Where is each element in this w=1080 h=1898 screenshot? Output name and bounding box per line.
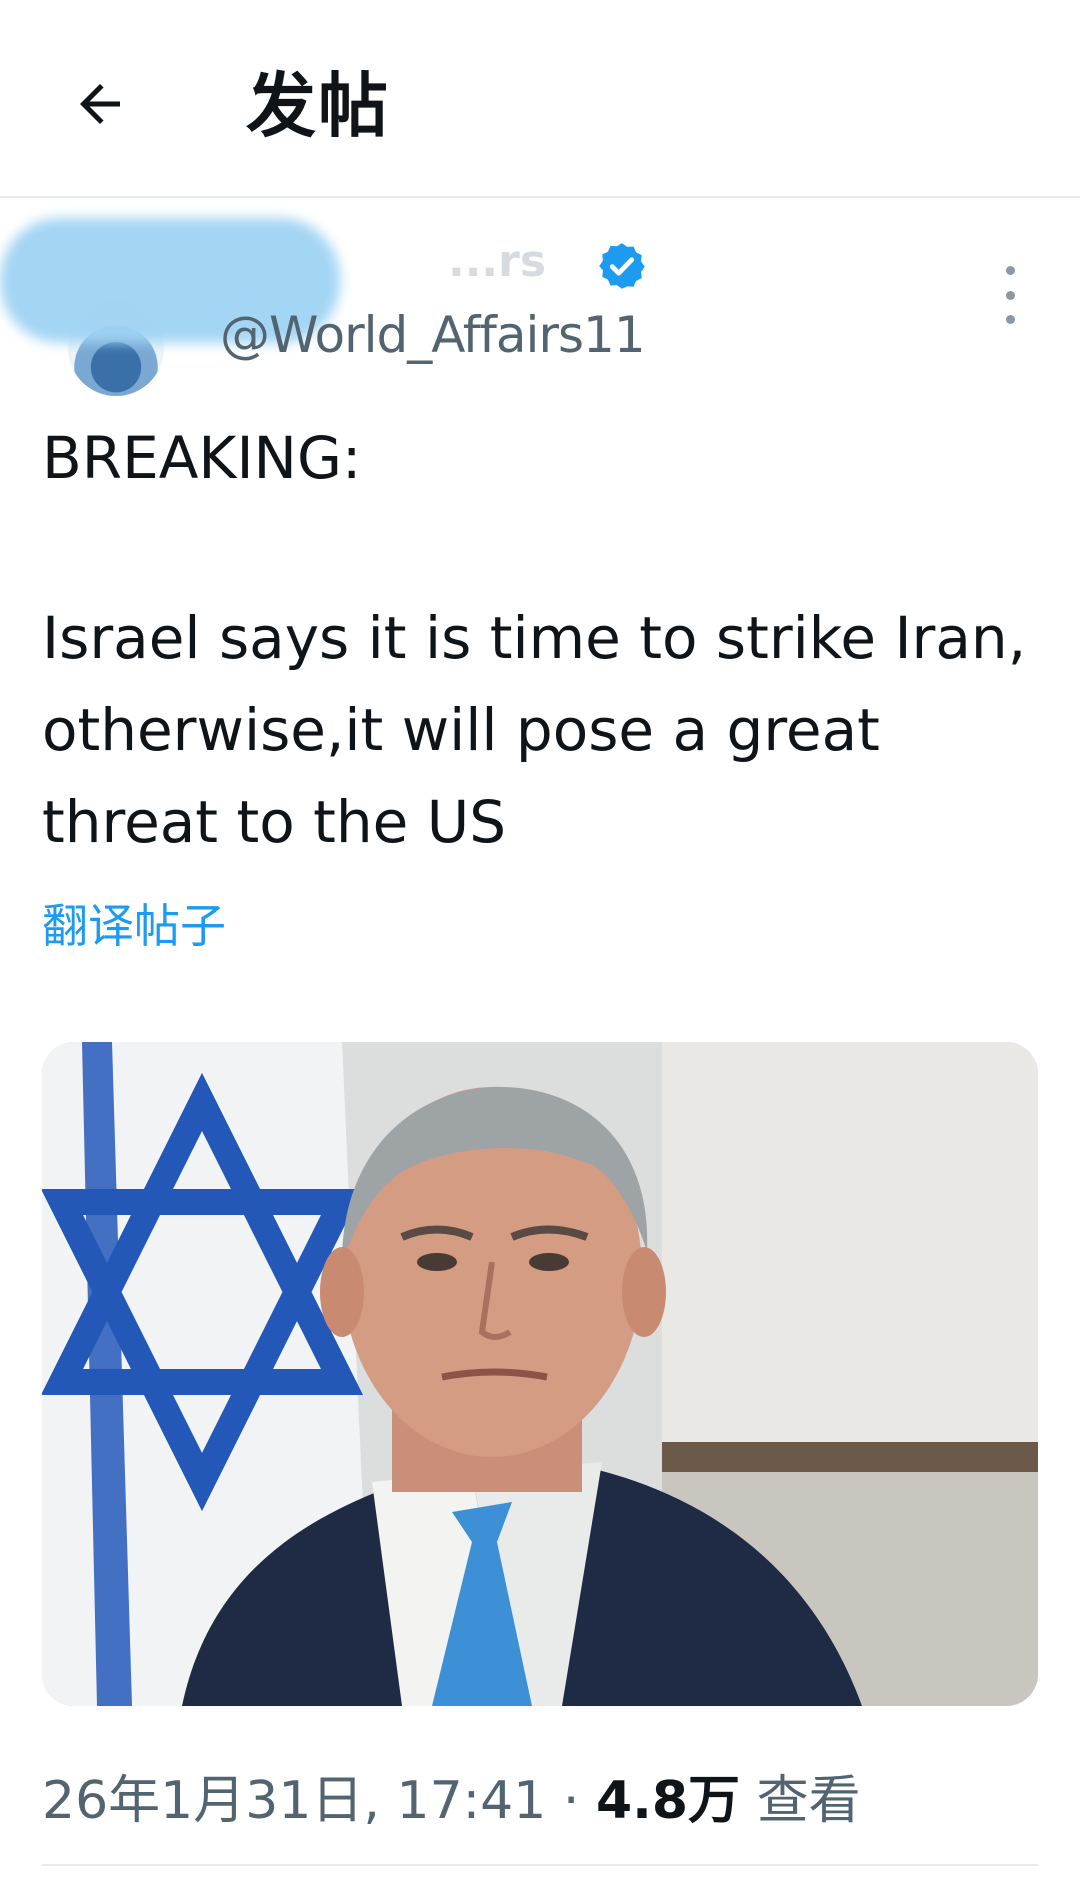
post-body: Israel says it is time to strike Iran, o… [42, 604, 1027, 856]
more-dot [1005, 290, 1015, 300]
header-divider [0, 196, 1080, 198]
more-vertical-icon [1005, 266, 1015, 275]
views-count: 4.8万 [595, 1771, 741, 1831]
verified-badge-icon [596, 240, 648, 292]
page-title: 发帖 [246, 65, 390, 147]
more-dot [1005, 315, 1015, 324]
meta-divider [42, 1864, 1038, 1866]
views-label: 查看 [756, 1771, 861, 1831]
post-text: BREAKING: Israel says it is time to stri… [42, 412, 1032, 868]
translate-post-link[interactable]: 翻译帖子 [42, 890, 226, 956]
back-button[interactable] [60, 64, 140, 144]
post-image[interactable] [42, 1042, 1038, 1706]
author-display-name[interactable]: ...rs [448, 236, 546, 287]
author-handle[interactable]: @World_Affairs11 [220, 306, 646, 364]
post-meta: 26年1月31日, 17:41 · 4.8万 查看 [42, 1758, 861, 1833]
post-timestamp[interactable]: 26年1月31日, 17:41 [42, 1771, 546, 1831]
meta-separator: · [562, 1771, 580, 1831]
more-options-button[interactable] [990, 266, 1030, 324]
post-line-breaking: BREAKING: [42, 424, 362, 492]
arrow-left-icon [80, 84, 120, 124]
top-bar: 发帖 [0, 0, 1080, 196]
